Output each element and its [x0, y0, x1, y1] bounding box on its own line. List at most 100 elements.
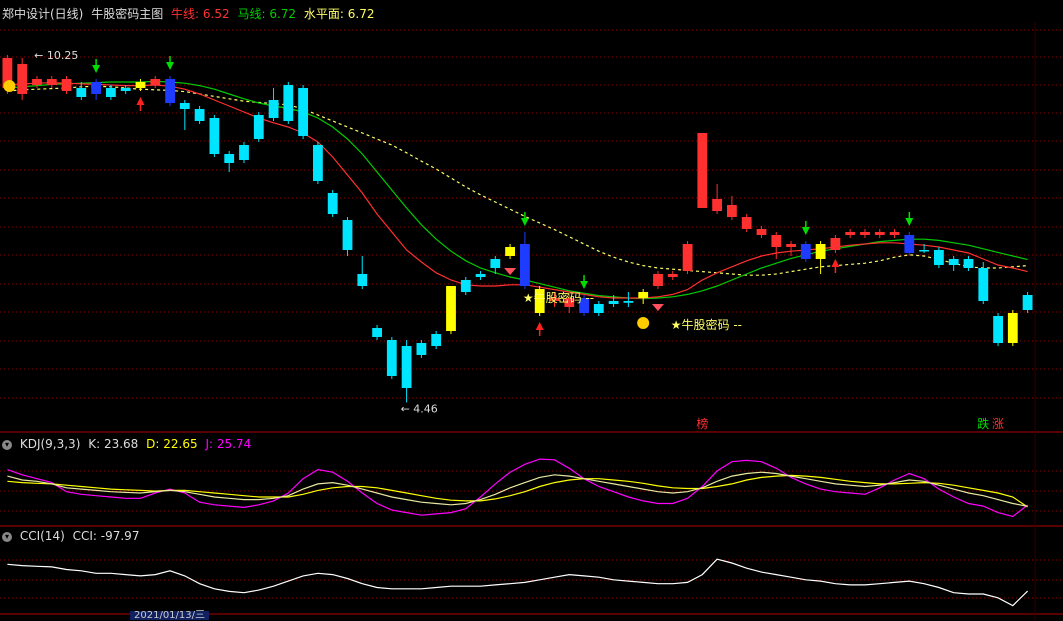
candle-body	[150, 79, 161, 85]
candle-body	[593, 304, 604, 313]
sell-arrow-icon	[905, 218, 914, 226]
main-header: 郑中设计(日线) 牛股密码主图 牛线: 6.52 马线: 6.72 水平面: 6…	[2, 5, 378, 22]
candle-body	[978, 268, 989, 301]
buy-arrow-icon	[136, 97, 145, 105]
gem-icon	[504, 268, 517, 275]
candle-body	[194, 109, 205, 121]
sell-arrow-icon	[801, 227, 810, 235]
stock-title: 郑中设计(日线)	[2, 7, 84, 21]
cci-label: CCI:	[72, 529, 97, 543]
horse-line	[7, 80, 1028, 300]
tag-label: 跌	[977, 416, 989, 431]
signal-label: ★牛股密码 --	[671, 317, 742, 332]
candle-body	[313, 145, 323, 181]
candle-body	[860, 232, 870, 235]
candle-body	[904, 235, 915, 253]
cci-header: ▾ CCI(14) CCI: -97.97	[2, 529, 143, 543]
candle-body	[120, 88, 131, 91]
candle-body	[135, 82, 146, 88]
candle-body	[386, 340, 397, 376]
candle-body	[919, 250, 929, 252]
candle-body	[179, 103, 190, 109]
j-line	[7, 458, 1028, 518]
high-marker-label: ← 10.25	[34, 49, 78, 62]
candle-body	[623, 301, 634, 303]
candle-body	[475, 274, 486, 277]
level-label: 水平面:	[303, 7, 344, 21]
candle-body	[638, 292, 649, 298]
k-value: 23.68	[103, 437, 139, 451]
horse-label: 马线:	[237, 7, 266, 21]
cci-value: -97.97	[100, 529, 140, 543]
candle-body	[416, 343, 427, 355]
candle-body	[727, 205, 737, 217]
candle-body	[934, 250, 944, 265]
candle-body	[1022, 295, 1033, 310]
candle-body	[91, 82, 101, 94]
candle-body	[830, 238, 841, 250]
tag-label: 涨	[992, 416, 1004, 431]
candle-body	[76, 88, 87, 97]
horse-value: 6.72	[269, 7, 297, 21]
candle-body	[224, 154, 235, 163]
k-label: K:	[88, 437, 101, 451]
candle-body	[756, 229, 767, 235]
candle-body	[460, 280, 471, 292]
k-line	[7, 471, 1028, 507]
chart-canvas: ← 10.25 ← 4.46 ★牛股密码 -- ★牛股密码 -- 榜 跌涨	[0, 22, 1063, 620]
candle-body	[446, 286, 456, 331]
sell-arrow-icon	[92, 65, 101, 73]
kdj-name: KDJ(9,3,3)	[19, 437, 81, 451]
candle-body	[712, 199, 722, 211]
candle-body	[209, 118, 220, 154]
kdj-header: ▾ KDJ(9,3,3) K: 23.68 D: 22.65 J: 25.74	[2, 437, 255, 451]
candle-body	[342, 220, 353, 250]
collapse-icon[interactable]: ▾	[2, 531, 12, 542]
candle-body	[771, 235, 782, 247]
level-value: 6.72	[347, 7, 375, 21]
candle-body	[845, 232, 856, 235]
date-label: 2021/01/13/三	[130, 611, 210, 621]
candle-body	[46, 79, 57, 85]
candle-body	[948, 259, 959, 265]
candle-body	[682, 244, 693, 271]
candle-body	[283, 85, 294, 121]
candle-body	[815, 244, 826, 259]
sell-arrow-icon	[520, 218, 529, 226]
candle-body	[874, 232, 885, 235]
candle-body	[372, 328, 382, 337]
candle-body	[32, 79, 42, 85]
indicator-name: 牛股密码主图	[91, 7, 164, 21]
smiley-icon	[637, 317, 650, 329]
candle-body	[800, 244, 811, 259]
bull-value: 6.52	[202, 7, 230, 21]
d-label: D:	[146, 437, 160, 451]
sell-arrow-icon	[580, 281, 589, 289]
low-marker-label: ← 4.46	[401, 402, 438, 415]
candle-body	[667, 274, 678, 277]
cci-line	[7, 558, 1029, 607]
bull-label: 牛线:	[171, 7, 200, 21]
d-value: 22.65	[163, 437, 198, 451]
candle-body	[327, 193, 338, 214]
candle-body	[298, 88, 308, 136]
sell-arrow-icon	[166, 62, 175, 70]
candle-body	[490, 259, 501, 268]
candle-body	[653, 274, 663, 286]
candle-body	[61, 79, 72, 91]
candle-body	[17, 64, 28, 94]
candle-body	[357, 274, 368, 286]
candle-body	[520, 244, 530, 286]
collapse-icon[interactable]: ▾	[2, 439, 12, 450]
candle-body	[165, 79, 175, 103]
candle-body	[268, 100, 279, 118]
candle-body	[253, 115, 264, 139]
gem-icon	[651, 304, 664, 311]
cci-name: CCI(14)	[19, 529, 65, 543]
tag-label: 榜	[696, 416, 708, 431]
candle-body	[431, 334, 442, 346]
candle-body	[741, 217, 752, 229]
j-value: 25.74	[216, 437, 252, 451]
j-label: J:	[205, 437, 214, 451]
candle-body	[993, 316, 1003, 343]
